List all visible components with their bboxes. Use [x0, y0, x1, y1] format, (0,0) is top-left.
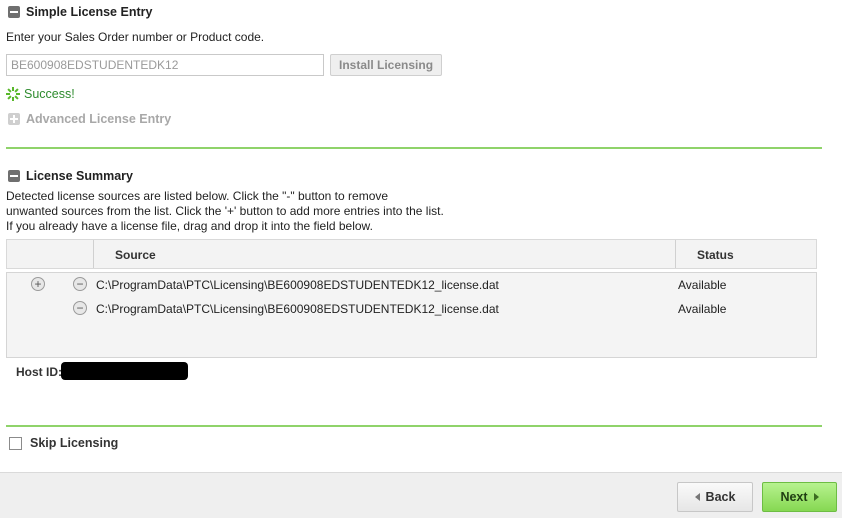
- license-summary-description: Detected license sources are listed belo…: [6, 189, 444, 234]
- collapse-icon[interactable]: [8, 170, 20, 182]
- next-button[interactable]: Next: [762, 482, 837, 512]
- column-header-status[interactable]: Status: [697, 248, 734, 262]
- success-text: Success!: [24, 87, 75, 101]
- license-sources-list[interactable]: + − C:\ProgramData\PTC\Licensing\BE60090…: [6, 272, 817, 358]
- source-status: Available: [678, 302, 727, 316]
- column-divider: [93, 240, 94, 268]
- license-summary-title: License Summary: [26, 169, 133, 183]
- license-instruction: Enter your Sales Order number or Product…: [6, 30, 265, 44]
- column-divider: [675, 240, 676, 268]
- expand-icon[interactable]: [8, 113, 20, 125]
- sales-order-input[interactable]: [6, 54, 324, 76]
- source-path: C:\ProgramData\PTC\Licensing\BE600908EDS…: [96, 302, 499, 316]
- install-licensing-button[interactable]: Install Licensing: [330, 54, 443, 76]
- table-row[interactable]: − C:\ProgramData\PTC\Licensing\BE600908E…: [7, 297, 816, 321]
- footer-bar: Back Next: [0, 472, 842, 518]
- simple-license-title: Simple License Entry: [26, 5, 153, 19]
- back-label: Back: [705, 490, 736, 504]
- chevron-right-icon: [813, 493, 819, 501]
- remove-source-icon[interactable]: −: [73, 277, 87, 291]
- description-line: Detected license sources are listed belo…: [6, 189, 389, 203]
- host-id-label: Host ID:: [16, 365, 62, 379]
- back-button[interactable]: Back: [677, 482, 753, 512]
- source-path: C:\ProgramData\PTC\Licensing\BE600908EDS…: [96, 278, 499, 292]
- table-row[interactable]: − C:\ProgramData\PTC\Licensing\BE600908E…: [7, 273, 816, 297]
- advanced-license-title: Advanced License Entry: [26, 112, 172, 126]
- collapse-icon[interactable]: [8, 6, 20, 18]
- column-header-source[interactable]: Source: [115, 248, 156, 262]
- skip-licensing-option[interactable]: Skip Licensing: [9, 436, 118, 450]
- advanced-license-header[interactable]: Advanced License Entry: [8, 112, 171, 126]
- spinner-icon: [6, 87, 20, 101]
- chevron-left-icon: [694, 493, 700, 501]
- license-summary-header[interactable]: License Summary: [8, 169, 133, 183]
- table-header: Source Status: [6, 239, 817, 269]
- section-divider: [6, 425, 822, 427]
- description-line: unwanted sources from the list. Click th…: [6, 204, 444, 218]
- next-label: Next: [780, 490, 808, 504]
- source-status: Available: [678, 278, 727, 292]
- simple-license-header[interactable]: Simple License Entry: [8, 5, 152, 19]
- host-id-redaction: [61, 362, 188, 380]
- skip-licensing-checkbox[interactable]: [9, 436, 22, 450]
- section-divider: [6, 147, 822, 149]
- description-line: If you already have a license file, drag…: [6, 219, 373, 233]
- success-status: Success!: [6, 87, 75, 101]
- skip-licensing-label: Skip Licensing: [30, 436, 119, 450]
- remove-source-icon[interactable]: −: [73, 301, 87, 315]
